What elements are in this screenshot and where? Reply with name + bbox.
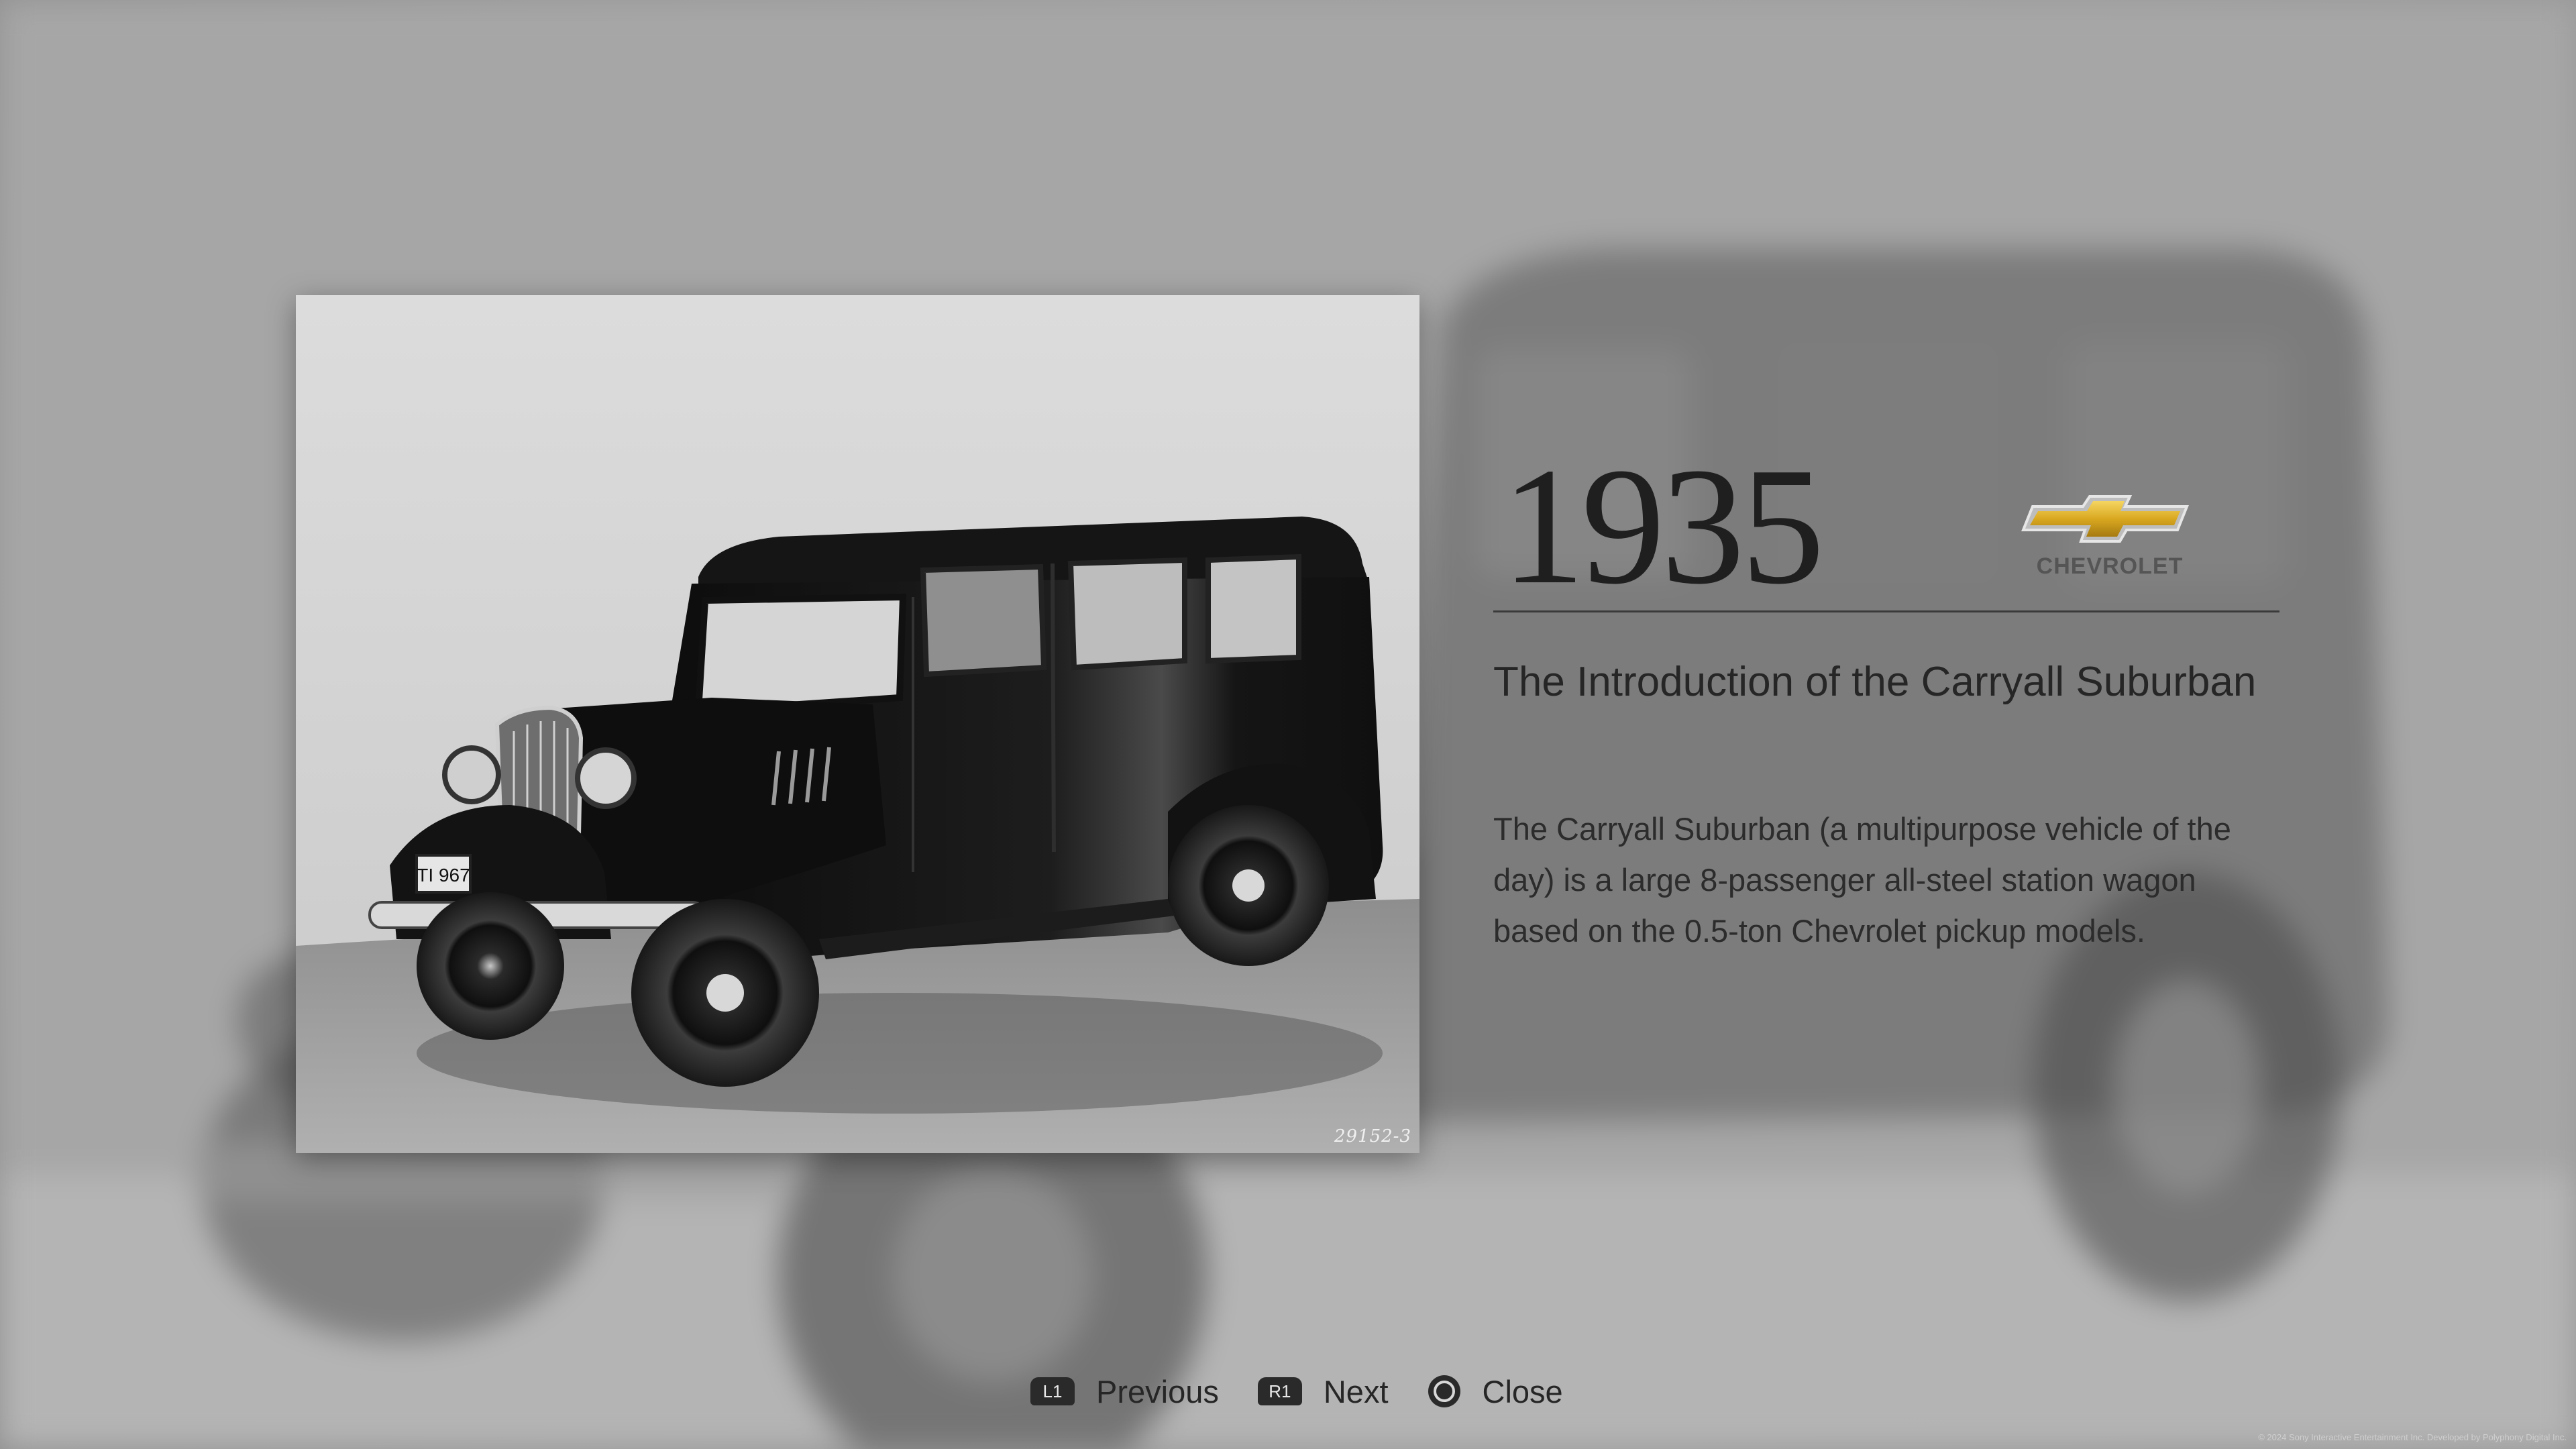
l1-key-icon: L1: [1030, 1377, 1075, 1405]
close-label: Close: [1482, 1373, 1563, 1409]
controls-bar: L1 Previous R1 Next Close: [1030, 1370, 1563, 1413]
previous-label: Previous: [1096, 1373, 1219, 1409]
copyright-notice: © 2024 Sony Interactive Entertainment In…: [2258, 1432, 2567, 1442]
article-headline: The Introduction of the Carryall Suburba…: [1493, 659, 2257, 705]
previous-button[interactable]: L1 Previous: [1030, 1373, 1219, 1410]
divider: [1493, 610, 2279, 612]
photo-negative-code: 29152-3: [1334, 1126, 1411, 1146]
close-button[interactable]: Close: [1428, 1373, 1563, 1410]
next-label: Next: [1323, 1373, 1389, 1409]
brand-wordmark: CHEVROLET: [2036, 553, 2184, 579]
article-body: The Carryall Suburban (a multipurpose ve…: [1493, 811, 2231, 949]
circle-button-icon: [1428, 1375, 1460, 1407]
year-heading: 1935: [1501, 433, 1825, 619]
screen: TI 967 29152-3 1935 CHEVROLET The Introd…: [0, 0, 2576, 1449]
next-button[interactable]: R1 Next: [1257, 1373, 1389, 1410]
license-plate-text: TI 967: [417, 865, 470, 885]
vehicle-photo: TI 967 29152-3: [296, 295, 1419, 1153]
r1-key-icon: R1: [1257, 1377, 1302, 1405]
vehicle-photo-image: TI 967: [296, 295, 1419, 1153]
